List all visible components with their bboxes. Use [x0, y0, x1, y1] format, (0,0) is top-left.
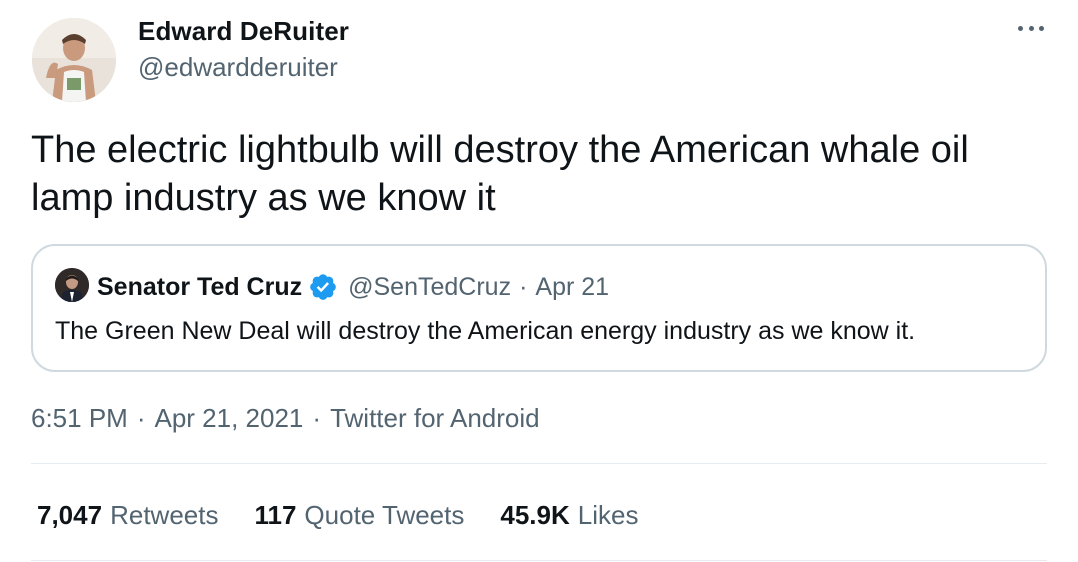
meta-separator: · [312, 402, 322, 433]
quoted-date[interactable]: Apr 21 [535, 273, 609, 302]
tweet-text: The electric lightbulb will destroy the … [31, 129, 969, 219]
divider [31, 463, 1047, 464]
quote-tweets-stat[interactable]: 117 Quote Tweets [254, 500, 464, 531]
likes-stat[interactable]: 45.9K Likes [500, 500, 638, 531]
author-name[interactable]: Edward DeRuiter [138, 16, 349, 47]
tweet-date[interactable]: Apr 21, 2021 [155, 403, 304, 434]
quote-tweets-label: Quote Tweets [304, 499, 465, 530]
likes-count: 45.9K [500, 499, 570, 530]
tweet-stats: 7,047 Retweets 117 Quote Tweets 45.9K Li… [37, 497, 674, 533]
tweet-meta: 6:51 PM · Apr 21, 2021 · Twitter for And… [31, 400, 540, 436]
quoted-tweet-card[interactable]: Senator Ted Cruz @SenTedCruz · Apr 21 Th… [31, 244, 1047, 372]
quote-tweets-count: 117 [254, 499, 297, 530]
quoted-author-handle[interactable]: @SenTedCruz [348, 273, 511, 302]
author-avatar-image [32, 18, 116, 102]
verified-badge-icon [310, 274, 336, 300]
quoted-author-name[interactable]: Senator Ted Cruz [97, 273, 302, 302]
more-dot [1018, 25, 1023, 31]
more-dot [1039, 25, 1044, 31]
more-horizontal-icon[interactable] [1014, 18, 1048, 38]
author-handle[interactable]: @edwardderuiter [138, 52, 338, 83]
retweets-count: 7,047 [37, 499, 103, 530]
retweets-label: Retweets [110, 499, 219, 530]
likes-label: Likes [577, 499, 639, 530]
divider [31, 560, 1047, 561]
meta-separator: · [136, 402, 146, 433]
quoted-avatar-image [55, 268, 89, 302]
quoted-tweet-text: The Green New Deal will destroy the Amer… [55, 317, 916, 345]
author-avatar[interactable] [32, 18, 116, 102]
retweets-stat[interactable]: 7,047 Retweets [37, 500, 218, 531]
quoted-separator: · [519, 272, 528, 301]
tweet-time[interactable]: 6:51 PM [31, 403, 128, 434]
more-dot [1028, 25, 1034, 31]
quoted-author-avatar[interactable] [55, 268, 89, 302]
tweet: Edward DeRuiter @edwardderuiter The elec… [0, 0, 1078, 562]
tweet-source[interactable]: Twitter for Android [330, 403, 540, 434]
quoted-header: Senator Ted Cruz @SenTedCruz · Apr 21 [97, 270, 609, 304]
